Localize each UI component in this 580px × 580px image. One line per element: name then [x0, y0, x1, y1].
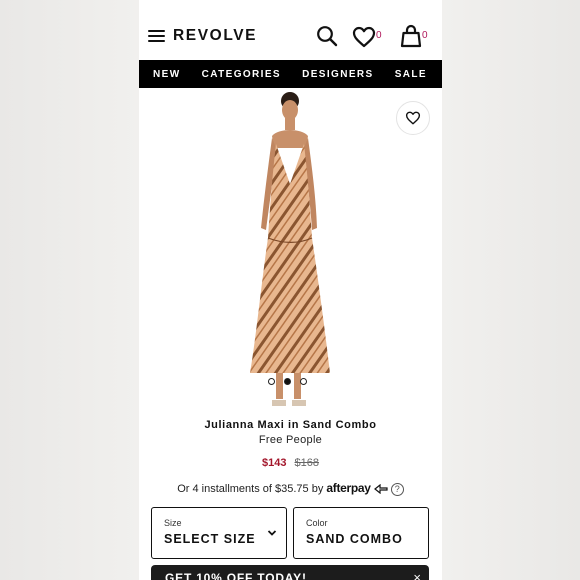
product-brand[interactable]: Free People — [139, 434, 442, 446]
chevron-down-icon — [267, 530, 277, 536]
afterpay-arrows-icon — [373, 483, 388, 495]
original-price: $168 — [294, 457, 320, 469]
promo-text: GET 10% OFF TODAY! — [165, 571, 307, 580]
product-title: Julianna Maxi in Sand Combo — [204, 419, 377, 431]
add-to-favorites-button[interactable] — [396, 101, 430, 135]
product-image-carousel[interactable] — [139, 88, 442, 413]
price-block: $143 $168 — [139, 457, 442, 469]
installments-info: Or 4 installments of $35.75 by afterpay … — [139, 481, 442, 496]
color-label: Color — [306, 518, 328, 528]
hamburger-menu-icon[interactable] — [148, 30, 165, 42]
promo-banner[interactable]: GET 10% OFF TODAY! × — [151, 565, 429, 580]
carousel-dot-active[interactable] — [284, 378, 291, 385]
nav-item-designers[interactable]: DESIGNERS — [302, 69, 374, 80]
close-icon[interactable]: × — [413, 570, 421, 580]
header: REVOLVE 0 0 — [139, 0, 442, 60]
nav-item-categories[interactable]: CATEGORIES — [202, 69, 281, 80]
carousel-dot[interactable] — [300, 378, 307, 385]
nav-item-new[interactable]: NEW — [153, 69, 181, 80]
heart-icon — [405, 111, 421, 125]
search-icon[interactable] — [316, 25, 338, 47]
product-image — [250, 92, 330, 406]
wishlist-count: 0 — [376, 30, 382, 41]
sale-price: $143 — [261, 457, 287, 469]
carousel-dots — [268, 378, 307, 385]
color-select[interactable]: Color SAND COMBO — [293, 507, 429, 559]
size-label: Size — [164, 518, 182, 528]
shopping-bag-icon[interactable] — [400, 24, 422, 48]
phone-screen: REVOLVE 0 0 NEW CATEGORIES DESIGNERS SAL… — [139, 0, 442, 580]
info-icon[interactable]: ? — [390, 482, 404, 496]
wishlist-heart-icon[interactable] — [352, 26, 376, 48]
logo[interactable]: REVOLVE — [173, 27, 257, 45]
carousel-dot[interactable] — [268, 378, 275, 385]
color-value: SAND COMBO — [306, 532, 403, 546]
bag-count: 0 — [422, 30, 428, 41]
nav-item-sale[interactable]: SALE — [395, 69, 427, 80]
size-value: SELECT SIZE — [164, 532, 256, 546]
size-select[interactable]: Size SELECT SIZE — [151, 507, 287, 559]
afterpay-logo: afterpay — [326, 481, 371, 495]
category-nav: NEW CATEGORIES DESIGNERS SALE — [139, 60, 442, 88]
installments-text: Or 4 installments of $35.75 by — [177, 483, 324, 495]
